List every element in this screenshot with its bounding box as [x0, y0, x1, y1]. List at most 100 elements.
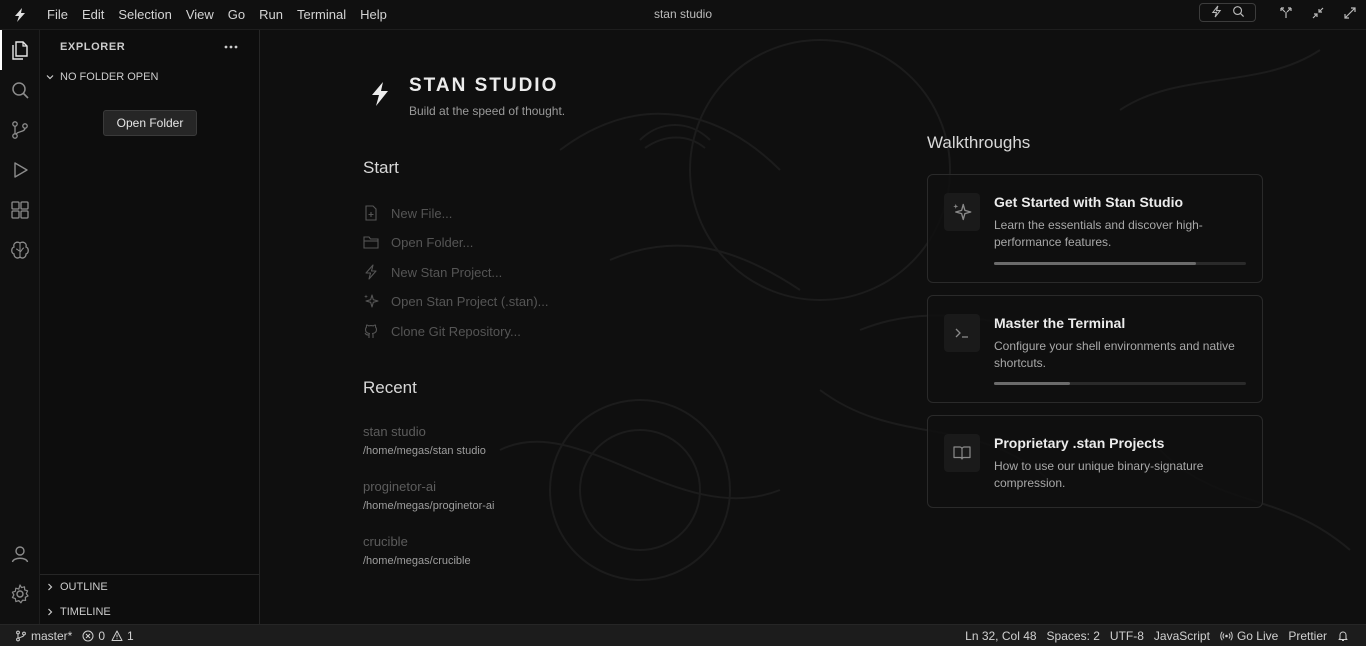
open-folder-link[interactable]: Open Folder...	[363, 231, 473, 253]
open-stan-project-link[interactable]: Open Stan Project (.stan)...	[363, 290, 549, 312]
account-icon[interactable]	[0, 534, 40, 574]
recent-item-name[interactable]: crucible	[363, 534, 408, 549]
walkthrough-description: How to use our unique binary-signature c…	[994, 459, 1204, 490]
github-icon	[363, 323, 379, 339]
menu-help[interactable]: Help	[353, 3, 394, 27]
no-folder-section[interactable]: NO FOLDER OPEN	[40, 66, 259, 88]
go-live-button[interactable]: Go Live	[1215, 625, 1283, 646]
explorer-sidebar: EXPLORER NO FOLDER OPEN Open Folder OUTL…	[40, 30, 260, 624]
cursor-position[interactable]: Ln 32, Col 48	[960, 625, 1041, 646]
menu-view[interactable]: View	[179, 3, 221, 27]
progress-fill	[994, 262, 1196, 265]
outline-label: OUTLINE	[60, 581, 108, 593]
search-icon[interactable]	[0, 70, 40, 110]
open-folder-button[interactable]: Open Folder	[103, 110, 197, 136]
formatter[interactable]: Prettier	[1283, 625, 1332, 646]
brand-tagline: Build at the speed of thought.	[409, 104, 566, 118]
walkthrough-card-get-started[interactable]: Get Started with Stan Studio Learn the e…	[927, 174, 1263, 283]
sparkles-icon	[944, 193, 980, 231]
app-logo-icon	[363, 76, 397, 112]
progress-bar	[994, 382, 1246, 385]
chevron-right-icon	[40, 576, 60, 598]
branch-indicator[interactable]: master*	[10, 625, 77, 646]
title-bar: File Edit Selection View Go Run Terminal…	[0, 0, 1366, 30]
progress-bar	[994, 262, 1246, 265]
recent-item-name[interactable]: proginetor-ai	[363, 479, 436, 494]
more-actions-icon[interactable]	[222, 39, 240, 55]
menu-go[interactable]: Go	[221, 3, 252, 27]
book-icon	[944, 434, 980, 472]
command-center[interactable]	[1199, 3, 1256, 22]
walkthrough-title: Master the Terminal	[994, 315, 1126, 331]
window-controls	[1276, 3, 1360, 23]
clone-git-label: Clone Git Repository...	[391, 323, 521, 339]
no-folder-label: NO FOLDER OPEN	[60, 71, 159, 83]
git-branch-icon	[16, 630, 26, 641]
walkthrough-description: Learn the essentials and discover high-p…	[994, 218, 1203, 249]
chevron-right-icon	[40, 601, 60, 623]
app-logo-icon[interactable]	[0, 3, 40, 27]
sidebar-title: EXPLORER	[60, 41, 126, 53]
menu-selection[interactable]: Selection	[111, 3, 178, 27]
status-right: Ln 32, Col 48 Spaces: 2 UTF-8 JavaScript…	[960, 625, 1358, 646]
walkthrough-card-stan-projects[interactable]: Proprietary .stan Projects How to use ou…	[927, 415, 1263, 508]
minimize-icon[interactable]	[1308, 3, 1328, 23]
welcome-page: STAN STUDIO Build at the speed of though…	[260, 30, 1366, 624]
walkthroughs-heading: Walkthroughs	[927, 133, 1031, 152]
recent-item-path: /home/megas/proginetor-ai	[363, 500, 495, 512]
section-divider	[40, 574, 259, 575]
search-icon[interactable]	[1232, 5, 1245, 21]
branch-name: master*	[31, 628, 73, 643]
problems-indicator[interactable]: 0 1	[77, 625, 138, 646]
bolt-icon[interactable]	[1210, 5, 1223, 21]
status-bar: master* 0 1 Ln 32, Col 48 Spaces: 2 UTF-…	[0, 624, 1366, 646]
menu-file[interactable]: File	[40, 3, 75, 27]
walkthrough-card-terminal[interactable]: Master the Terminal Configure your shell…	[927, 295, 1263, 403]
ai-brain-icon[interactable]	[0, 230, 40, 270]
walkthrough-title: Proprietary .stan Projects	[994, 435, 1165, 451]
walkthrough-description: Configure your shell environments and na…	[994, 339, 1235, 370]
recent-item-name[interactable]: stan studio	[363, 424, 426, 439]
clone-git-link[interactable]: Clone Git Repository...	[363, 320, 521, 342]
notifications-bell-icon[interactable]	[1332, 625, 1358, 646]
recent-item-path: /home/megas/crucible	[363, 555, 471, 567]
new-file-label: New File...	[391, 205, 453, 221]
recent-item-path: /home/megas/stan studio	[363, 445, 486, 457]
split-layout-icon[interactable]	[1276, 3, 1296, 23]
new-stan-project-link[interactable]: New Stan Project...	[363, 261, 502, 283]
indentation[interactable]: Spaces: 2	[1042, 625, 1105, 646]
language-mode[interactable]: JavaScript	[1149, 625, 1215, 646]
open-stan-project-label: Open Stan Project (.stan)...	[391, 293, 549, 309]
source-control-icon[interactable]	[0, 110, 40, 150]
extensions-icon[interactable]	[0, 190, 40, 230]
outline-section[interactable]: OUTLINE	[40, 576, 259, 598]
settings-gear-icon[interactable]	[0, 574, 40, 614]
new-stan-project-label: New Stan Project...	[391, 264, 503, 280]
menu-bar: File Edit Selection View Go Run Terminal…	[40, 0, 394, 30]
progress-fill	[994, 382, 1070, 385]
folder-icon	[363, 234, 379, 250]
run-debug-icon[interactable]	[0, 150, 40, 190]
timeline-label: TIMELINE	[60, 606, 111, 618]
open-folder-label: Open Folder...	[391, 234, 474, 250]
timeline-section[interactable]: TIMELINE	[40, 601, 259, 623]
encoding[interactable]: UTF-8	[1105, 625, 1149, 646]
files-icon[interactable]	[0, 30, 40, 70]
warning-count: 1	[127, 628, 134, 643]
menu-terminal[interactable]: Terminal	[290, 3, 353, 27]
warning-icon	[111, 630, 123, 641]
new-file-link[interactable]: New File...	[363, 202, 452, 224]
recent-heading: Recent	[363, 378, 417, 397]
error-count: 0	[98, 628, 106, 643]
chevron-down-icon	[40, 66, 60, 88]
walkthrough-title: Get Started with Stan Studio	[994, 194, 1184, 210]
terminal-icon	[944, 314, 980, 352]
menu-edit[interactable]: Edit	[75, 3, 111, 27]
sparkles-icon	[363, 293, 379, 309]
activity-bar	[0, 30, 40, 624]
menu-run[interactable]: Run	[252, 3, 290, 27]
error-icon	[82, 630, 94, 641]
maximize-icon[interactable]	[1340, 3, 1360, 23]
start-heading: Start	[363, 158, 399, 177]
bolt-icon	[363, 264, 379, 280]
